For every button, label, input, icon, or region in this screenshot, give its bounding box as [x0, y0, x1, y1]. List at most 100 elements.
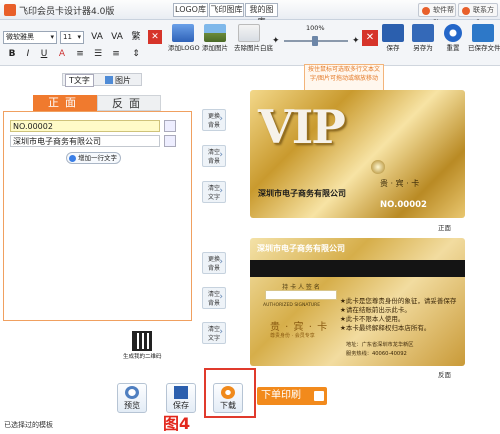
arrow-icon	[314, 391, 324, 401]
image-tab[interactable]: 图片	[105, 75, 131, 86]
crown-icon	[371, 160, 385, 174]
front-caption: 正面	[438, 224, 451, 232]
clear-back-text-button[interactable]: 清空 文字	[202, 322, 226, 344]
add-image-label: 添加图片	[202, 44, 228, 52]
toolbar: 微软雅黑 11 VA VA 繁 ✕ B I U A ≡ ☰ ≡ ⇕ 添加LOGO…	[0, 20, 500, 66]
remove-white-bg-button[interactable]: 去除图片白底	[234, 24, 273, 64]
remove-white-bg-label: 去除图片白底	[234, 44, 273, 52]
change-front-bg-button[interactable]: 更换 背景	[202, 109, 226, 131]
preview-button[interactable]: 预览	[117, 383, 147, 413]
eraser-icon	[238, 24, 260, 42]
text-field-2[interactable]: 深圳市电子商务有限公司	[10, 135, 160, 147]
tab-front[interactable]: 正面	[33, 95, 97, 111]
magnetic-stripe	[250, 260, 465, 277]
side-btn-line: 更换	[207, 256, 220, 263]
save-as-button[interactable]: 另存为	[408, 24, 438, 64]
card-rule: ★本卡最终解释权归本店所有。	[340, 324, 431, 332]
image-tab-label: 图片	[115, 76, 131, 85]
folder-icon	[472, 24, 494, 42]
tab-back[interactable]: 反面	[97, 95, 161, 111]
text-tab[interactable]: T文字	[65, 74, 94, 87]
title-bar: 飞印会员卡设计器4.0版 LOGO库 飞印图库 我的图库 软件帮助 联系方式	[0, 0, 500, 27]
align-right-icon[interactable]: ≡	[108, 47, 124, 61]
line-spacing-icon[interactable]: ⇕	[128, 47, 144, 61]
bold-button[interactable]: B	[4, 47, 20, 61]
zoom-out-icon[interactable]: ✦	[272, 36, 280, 46]
order-print-button[interactable]: 下单印刷	[257, 387, 327, 405]
side-btn-line: 清空	[207, 326, 220, 333]
preview-label: 预览	[124, 401, 140, 410]
close-panel-icon[interactable]: ✕	[362, 30, 378, 46]
italic-button[interactable]: I	[20, 47, 36, 61]
add-line-label: 增加一行文字	[78, 154, 117, 162]
help-button[interactable]: 软件帮助	[418, 3, 456, 27]
figure-label: 图4	[163, 414, 191, 433]
plus-icon	[69, 155, 76, 162]
align-center-icon[interactable]: ☰	[90, 47, 106, 61]
image-icon	[204, 24, 226, 42]
tab-feiyin-library[interactable]: 飞印图库	[209, 3, 244, 17]
align-left-icon[interactable]: ≡	[72, 47, 88, 61]
card-rule: ★此卡不限本人使用。	[340, 315, 405, 323]
side-btn-line: 清空	[207, 291, 220, 298]
saved-files-button[interactable]: 已保存文件	[468, 24, 500, 64]
text-field-1[interactable]: NO.00002	[10, 120, 160, 132]
letter-spacing-down-button[interactable]: VA	[108, 30, 126, 44]
clear-front-text-button[interactable]: 清空 文字	[202, 181, 226, 203]
letter-spacing-up-button[interactable]: VA	[88, 30, 106, 44]
save-toolbar-label: 保存	[386, 44, 400, 52]
zoom-in-icon[interactable]: ✦	[352, 36, 360, 46]
app-icon	[4, 4, 16, 16]
add-logo-button[interactable]: 添加LOGO	[168, 24, 200, 64]
card-back-vip-sub: 尊贵身份 · 会员专享	[270, 333, 315, 339]
card-phone: 服务热线：40060-40092	[346, 351, 407, 357]
window-title: 飞印会员卡设计器4.0版	[19, 7, 115, 17]
zoom-slider-handle[interactable]	[312, 36, 318, 46]
side-btn-line: 背景	[207, 122, 220, 129]
contact-icon	[462, 7, 470, 15]
traditional-chinese-button[interactable]: 繁	[128, 30, 144, 44]
card-rule: ★请在结账前出示此卡。	[340, 306, 411, 314]
field-1-delete-icon[interactable]	[164, 120, 176, 132]
tab-logo-library[interactable]: LOGO库	[173, 3, 208, 17]
save-button[interactable]: 保存	[166, 383, 196, 413]
tip-note: 按住鼠标可选取多行文本文字/图片可拖动或缩放移动	[304, 64, 384, 92]
signature-box	[265, 290, 337, 300]
card-rule: ★此卡是您尊贵身份的象征，请妥善保存	[340, 297, 457, 305]
change-back-bg-button[interactable]: 更换 背景	[202, 252, 226, 274]
underline-button[interactable]: U	[36, 47, 52, 61]
logo-icon	[172, 24, 194, 42]
add-image-button[interactable]: 添加图片	[200, 24, 230, 64]
zoom-value: 100%	[306, 24, 325, 32]
side-btn-line: 文字	[207, 194, 220, 201]
side-btn-line: 背景	[207, 265, 220, 272]
side-btn-line: 文字	[207, 335, 220, 342]
field-2-delete-icon[interactable]	[164, 135, 176, 147]
reset-icon	[444, 24, 462, 42]
help-icon	[422, 7, 430, 15]
side-btn-line: 清空	[207, 185, 220, 192]
highlight-box	[204, 368, 256, 418]
zoom-control: ✦ 100% ✦	[272, 24, 362, 60]
save-icon	[174, 386, 188, 399]
tab-my-library[interactable]: 我的图库	[245, 3, 278, 26]
clear-front-bg-button[interactable]: 清空 背景	[202, 145, 226, 167]
picture-icon	[105, 76, 113, 84]
delete-icon[interactable]: ✕	[148, 30, 162, 44]
generate-qr-button[interactable]: 生成我的二维码	[123, 331, 162, 367]
save-icon	[382, 24, 404, 42]
side-btn-line: 背景	[207, 158, 220, 165]
save-toolbar-button[interactable]: 保存	[378, 24, 408, 64]
reset-button[interactable]: 重置	[438, 24, 468, 64]
add-line-button[interactable]: 增加一行文字	[66, 152, 121, 164]
clear-back-bg-button[interactable]: 清空 背景	[202, 287, 226, 309]
reset-label: 重置	[446, 44, 460, 52]
font-select[interactable]: 微软雅黑	[3, 31, 57, 44]
side-btn-line: 背景	[207, 300, 220, 307]
status-text: 已选择过的模板	[4, 421, 53, 429]
font-color-button[interactable]: A	[54, 47, 70, 61]
font-size-select[interactable]: 11	[60, 31, 84, 44]
text-image-switch: T文字 图片	[62, 73, 142, 87]
contact-button[interactable]: 联系方式	[458, 3, 498, 27]
signature-label-en: AUTHORIZED SIGNATURE	[263, 303, 321, 308]
